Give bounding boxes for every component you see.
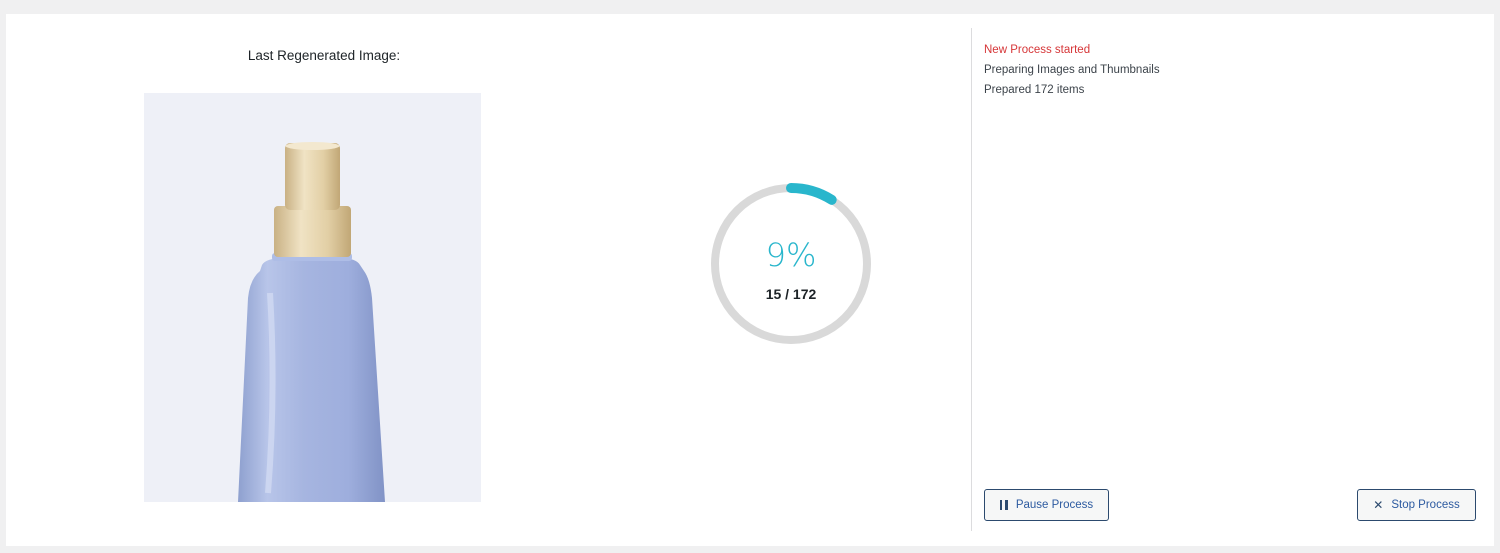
bottle-image <box>238 142 385 502</box>
log-line: Preparing Images and Thumbnails <box>984 64 1160 76</box>
pause-process-button[interactable]: Pause Process <box>984 489 1109 521</box>
last-regenerated-label: Last Regenerated Image: <box>247 48 401 63</box>
close-icon: ✕ <box>1373 498 1384 512</box>
stop-process-label: Stop Process <box>1391 499 1460 511</box>
panel-divider <box>971 28 972 531</box>
progress-count: 15 / 172 <box>765 286 817 302</box>
log-line: Prepared 172 items <box>984 84 1085 96</box>
progress-circle: 9% 15 / 172 <box>709 182 873 346</box>
pause-process-label: Pause Process <box>1015 499 1094 511</box>
last-regenerated-image <box>144 93 481 502</box>
stop-process-button[interactable]: ✕ Stop Process <box>1357 489 1476 521</box>
progress-percent: 9% <box>765 236 817 274</box>
log-line: New Process started <box>984 44 1091 56</box>
process-log: New Process started Preparing Images and… <box>984 40 1464 100</box>
regeneration-panel: Last Regenerated Image: 9% 15 / 172 New … <box>6 14 1494 546</box>
pause-icon <box>999 500 1008 510</box>
